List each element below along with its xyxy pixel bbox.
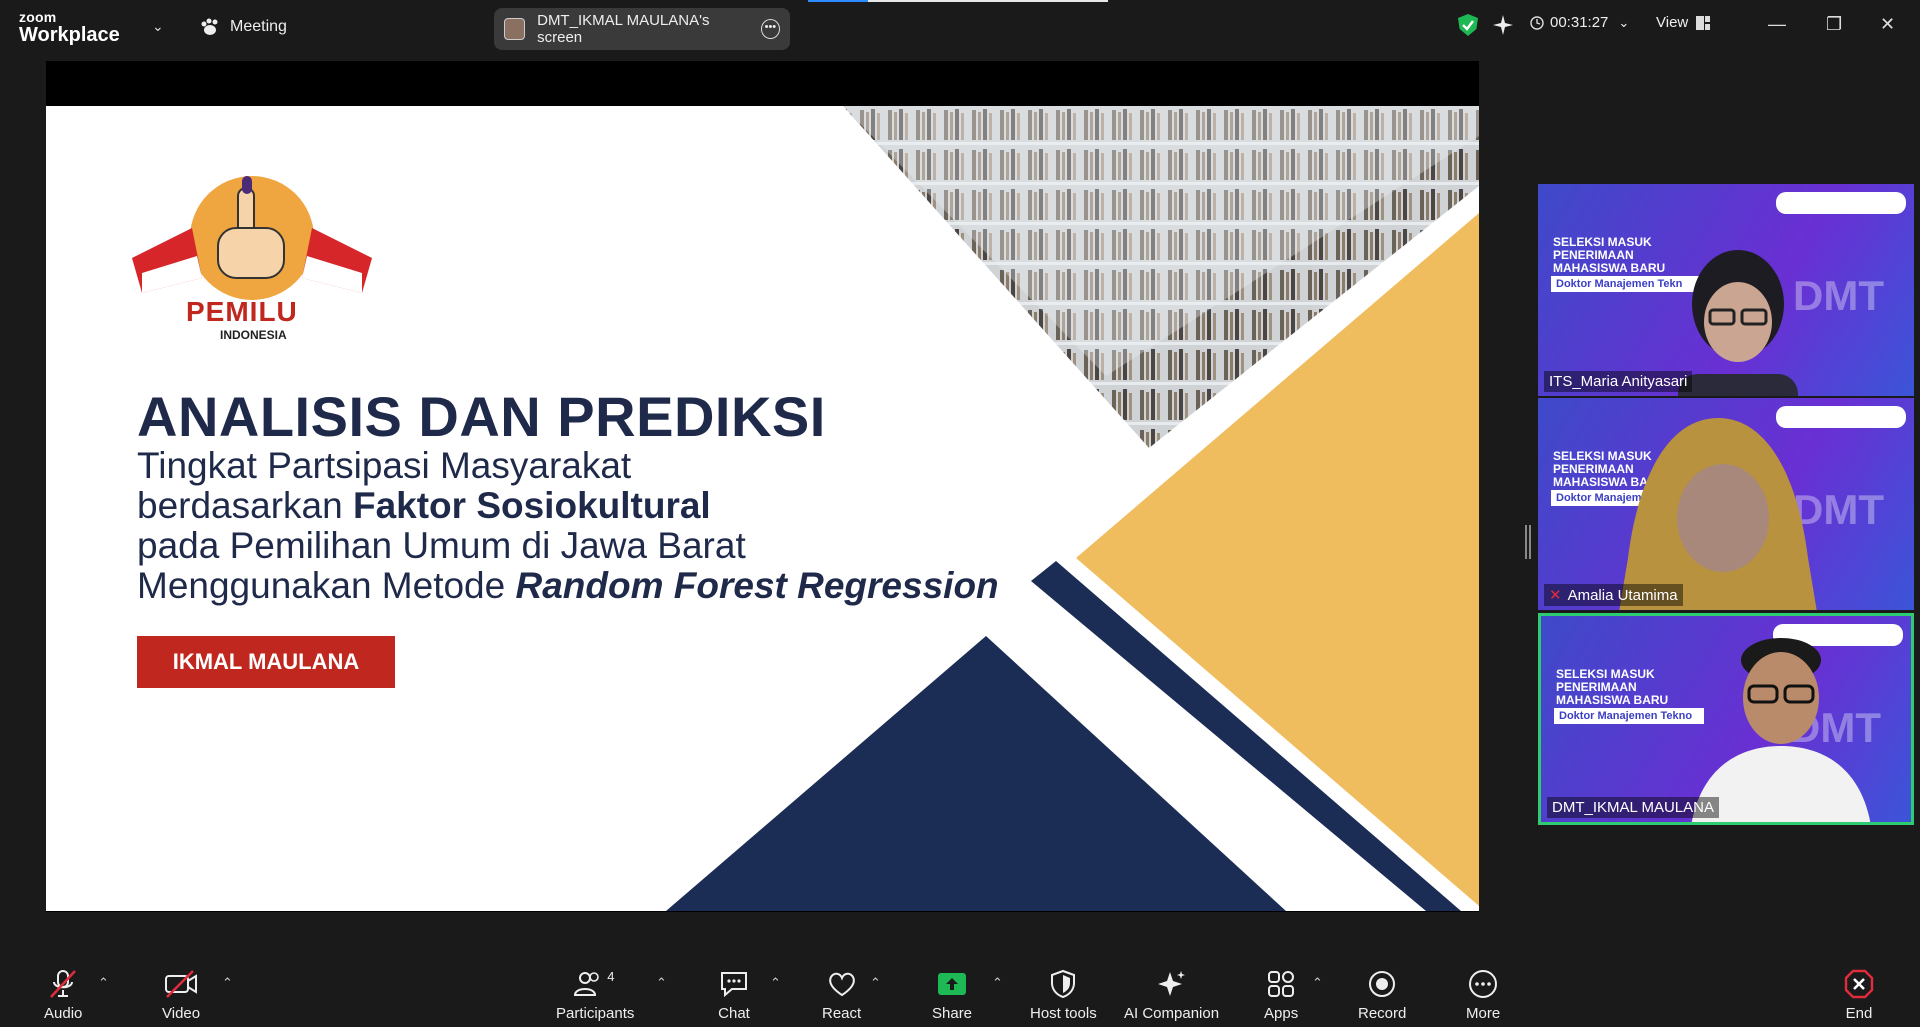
apps-options-caret-icon[interactable]: ⌃ [1312,975,1323,991]
pemilu-logo-subtext: INDONESIA [220,328,287,342]
chat-button[interactable]: Chat [718,969,750,1022]
share-screen-icon [938,973,967,995]
presentation-slide: PEMILU INDONESIA ANALISIS DAN PREDIKSI T… [46,106,1479,911]
ai-companion-button[interactable]: AI Companion [1124,969,1219,1022]
participant-name: Amalia Utamima [1567,587,1678,604]
ai-companion-label: AI Companion [1124,1005,1220,1022]
more-dots-icon [1469,970,1498,998]
record-icon [1369,971,1396,997]
timer-text: 00:31:27 [1550,14,1609,31]
participant-name: DMT_IKMAL MAULANA [1547,797,1719,818]
participants-options-caret-icon[interactable]: ⌃ [656,975,667,991]
host-tools-label: Host tools [1030,1005,1097,1022]
host-tools-button[interactable]: Host tools [1030,969,1097,1022]
subtitle-line-4: Menggunakan Metode Random Forest Regress… [137,565,999,606]
share-progress-bar [808,0,1108,2]
ai-companion-sparkle-icon [1157,971,1185,996]
share-options-caret-icon[interactable]: ⌃ [992,975,1003,991]
logo-small-text: zoom [19,9,57,25]
participants-label: Participants [556,1005,635,1022]
video-button[interactable]: Video [162,969,200,1022]
institution-logo-strip [1776,192,1906,214]
audio-button[interactable]: Audio [44,969,82,1022]
share-button[interactable]: Share [932,969,972,1022]
share-label: DMT_IKMAL MAULANA's screen [537,12,710,46]
end-meeting-icon [1844,969,1874,999]
pemilu-logo-text: PEMILU [186,296,298,327]
screen-share-indicator[interactable]: DMT_IKMAL MAULANA's screen ••• [494,8,790,50]
participants-count: 4 [607,969,615,984]
apps-label: Apps [1264,1005,1299,1022]
top-bar: zoom Workplace ⌄ Meeting DMT_IKMAL MAULA… [0,0,1920,56]
audio-options-caret-icon[interactable]: ⌃ [98,975,109,991]
view-button[interactable]: View [1656,14,1711,31]
subtitle-line-3: pada Pemilihan Umum di Jawa Barat [137,525,746,566]
ai-sparkle-icon[interactable] [1492,14,1514,36]
meeting-button[interactable]: Meeting [200,18,287,36]
meeting-timer[interactable]: 00:31:27 ⌄ [1530,14,1629,31]
presenter-avatar [504,18,526,40]
meeting-controls-toolbar: Audio ⌃ Video ⌃ 4 Participants ⌃ Chat ⌃ … [0,955,1920,1027]
muted-mic-icon: ✕ [1549,587,1562,604]
slide-subtitle: Tingkat Partsipasi Masyarakat berdasarka… [137,446,999,606]
more-options-icon[interactable]: ••• [760,19,780,39]
share-label: Share [932,1005,973,1022]
subtitle-line-2: berdasarkan Faktor Sosiokultural [137,485,711,526]
participants-icon [574,972,599,996]
zoom-workplace-logo: zoom Workplace [19,10,120,45]
react-options-caret-icon[interactable]: ⌃ [870,975,881,991]
more-label: More [1466,1005,1501,1022]
apps-icon [1268,971,1295,997]
apps-button[interactable]: Apps [1264,969,1298,1022]
react-label: React [822,1005,862,1022]
video-tile-amalia[interactable]: SELEKSI MASUK PENERIMAAN MAHASISWA BARU … [1538,398,1914,610]
chat-options-caret-icon[interactable]: ⌃ [770,975,781,991]
video-tile-maria[interactable]: SELEKSI MASUK PENERIMAAN MAHASISWA BARU … [1538,184,1914,396]
muted-microphone-icon [50,970,77,998]
participant-video [1691,638,1871,822]
chat-label: Chat [718,1005,750,1022]
meeting-label: Meeting [230,18,287,35]
close-icon[interactable]: ✕ [1880,14,1895,35]
presenter-name-box: IKMAL MAULANA [137,636,395,688]
participant-name-container: ✕ Amalia Utamima [1544,584,1683,606]
minimize-icon[interactable]: — [1768,14,1786,35]
clock-icon [1530,15,1544,30]
participants-button[interactable]: 4 Participants [556,969,634,1022]
host-tools-shield-icon [1051,969,1076,999]
paw-icon [200,18,220,36]
chevron-down-icon: ⌄ [1618,14,1630,30]
participant-name: ITS_Maria Anityasari [1544,371,1693,392]
participant-video [1619,418,1817,610]
grid-view-icon [1696,15,1711,30]
react-button[interactable]: React [822,969,861,1022]
zoom-app-window: zoom Workplace ⌄ Meeting DMT_IKMAL MAULA… [0,0,1920,1027]
video-tile-ikmal-active-speaker[interactable]: SELEKSI MASUK PENERIMAAN MAHASISWA BARU … [1538,613,1914,825]
encryption-shield-icon[interactable] [1458,14,1478,36]
subtitle-line-1: Tingkat Partsipasi Masyarakat [137,445,632,486]
end-meeting-button[interactable]: End [1844,969,1874,1022]
heart-icon [828,972,855,997]
end-label: End [1845,1005,1873,1022]
record-button[interactable]: Record [1358,969,1406,1022]
audio-label: Audio [44,1005,83,1022]
logo-big-text: Workplace [19,24,120,46]
chevron-down-icon[interactable]: ⌄ [152,18,164,35]
video-options-caret-icon[interactable]: ⌃ [222,975,233,991]
chat-icon [721,972,747,998]
restore-icon[interactable]: ❐ [1826,14,1842,35]
more-button[interactable]: More [1466,969,1500,1022]
panel-resize-handle[interactable] [1525,525,1531,559]
record-label: Record [1358,1005,1407,1022]
slide-title: ANALISIS DAN PREDIKSI [137,385,826,448]
view-label: View [1656,14,1689,31]
video-off-icon [165,970,198,998]
video-label: Video [162,1005,201,1022]
